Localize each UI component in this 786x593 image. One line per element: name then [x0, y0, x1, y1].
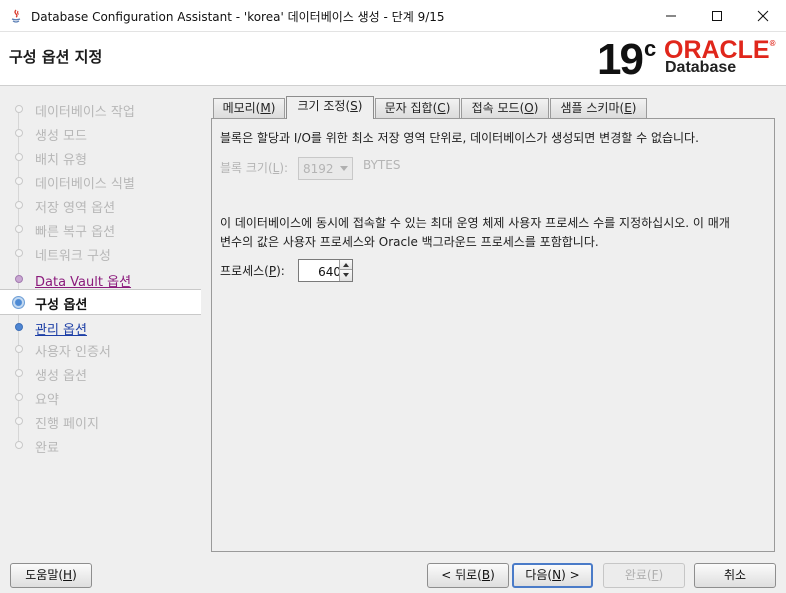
step-dot-icon: [15, 417, 23, 425]
close-icon: [757, 10, 769, 21]
block-size-unit: BYTES: [363, 158, 401, 172]
step-dot-icon: [15, 105, 23, 113]
block-size-select: 8192: [298, 157, 353, 180]
tab-character-set[interactable]: 문자 집합(C): [375, 98, 460, 118]
step-item: 네트워크 구성: [0, 241, 201, 265]
help-button[interactable]: 도움말(H): [10, 563, 92, 588]
step-label: 사용자 인증서: [35, 345, 111, 360]
step-label: 네트워크 구성: [35, 249, 111, 264]
next-button[interactable]: 다음(N) >: [512, 563, 593, 588]
page-title: 구성 옵션 지정: [9, 48, 103, 66]
step-item: 데이터베이스 작업: [0, 97, 201, 121]
spinner-down-button[interactable]: [339, 270, 352, 281]
chevron-down-icon: [340, 166, 348, 171]
step-dot-icon: [15, 129, 23, 137]
sizing-panel: 블록은 할당과 I/O를 위한 최소 저장 영역 단위로, 데이터베이스가 생성…: [211, 118, 775, 552]
step-dot-icon: [15, 275, 23, 283]
step-dot-icon: [15, 201, 23, 209]
processes-description-line1: 이 데이터베이스에 동시에 접속할 수 있는 최대 운영 체제 사용자 프로세스…: [220, 216, 730, 230]
step-label: 생성 옵션: [35, 369, 87, 384]
processes-label: 프로세스(P):: [220, 264, 285, 278]
registered-mark: ®: [769, 39, 776, 48]
step-item: 사용자 인증서: [0, 337, 201, 361]
step-dot-icon: [15, 177, 23, 185]
minimize-icon: [666, 15, 676, 16]
tab-connection-mode[interactable]: 접속 모드(O): [461, 98, 549, 118]
block-size-value: 8192: [303, 162, 334, 176]
step-item: 빠른 복구 옵션: [0, 217, 201, 241]
step-item: 저장 영역 옵션: [0, 193, 201, 217]
step-item: 진행 페이지: [0, 409, 201, 433]
arrow-down-icon: [343, 273, 349, 277]
step-label: 데이터베이스 작업: [35, 105, 135, 120]
step-label: 저장 영역 옵션: [35, 201, 116, 216]
window-title: Database Configuration Assistant - 'kore…: [31, 10, 445, 24]
maximize-icon: [712, 10, 722, 21]
version-suffix: c: [643, 36, 656, 61]
step-label: 배치 유형: [35, 153, 87, 168]
tab-memory[interactable]: 메모리(M): [213, 98, 285, 118]
processes-input[interactable]: [299, 260, 344, 283]
minimize-button[interactable]: [648, 0, 694, 31]
step-item-data-vault[interactable]: Data Vault 옵션: [0, 267, 201, 291]
step-dot-icon: [15, 225, 23, 233]
maximize-button[interactable]: [694, 0, 740, 31]
step-label: 데이터베이스 식별: [35, 177, 135, 192]
step-navigator: 데이터베이스 작업 생성 모드 배치 유형 데이터베이스 식별 저장 영역 옵션…: [0, 90, 201, 465]
close-button[interactable]: [740, 0, 786, 31]
step-dot-icon: [15, 393, 23, 401]
step-label[interactable]: 관리 옵션: [35, 319, 87, 338]
step-item: 완료: [0, 433, 201, 457]
step-item: 배치 유형: [0, 145, 201, 169]
step-label: 빠른 복구 옵션: [35, 225, 116, 240]
step-item: 생성 모드: [0, 121, 201, 145]
step-dot-icon: [15, 323, 23, 331]
step-dot-icon: [15, 153, 23, 161]
step-item: 요약: [0, 385, 201, 409]
step-dot-icon: [15, 441, 23, 449]
step-label: 생성 모드: [35, 129, 87, 144]
block-size-description: 블록은 할당과 I/O를 위한 최소 저장 영역 단위로, 데이터베이스가 생성…: [220, 131, 699, 145]
version-logo: 19c: [597, 35, 656, 90]
step-label: 요약: [35, 393, 59, 408]
step-item: 데이터베이스 식별: [0, 169, 201, 193]
cancel-button[interactable]: 취소: [694, 563, 776, 588]
version-number: 19: [597, 35, 644, 84]
back-button[interactable]: < 뒤로(B): [427, 563, 509, 588]
step-label: 구성 옵션: [35, 298, 88, 313]
step-dot-icon: [15, 369, 23, 377]
options-area: 메모리(M) 크기 조정(S) 문자 집합(C) 접속 모드(O) 샘플 스키마…: [211, 96, 775, 554]
step-item-management[interactable]: 관리 옵션: [0, 315, 201, 339]
tab-sizing[interactable]: 크기 조정(S): [286, 96, 374, 119]
spinner-up-button[interactable]: [339, 260, 352, 270]
wizard-header: 구성 옵션 지정 19c ORACLE® Database: [0, 32, 786, 86]
step-item-current: 구성 옵션: [0, 289, 201, 315]
step-label: 완료: [35, 441, 59, 456]
step-dot-icon: [15, 345, 23, 353]
block-size-label: 블록 크기(L):: [220, 161, 289, 175]
product-name: Database: [665, 59, 737, 76]
tab-sample-schemas[interactable]: 샘플 스키마(E): [550, 98, 647, 118]
processes-spinner[interactable]: [298, 259, 353, 283]
java-app-icon: [11, 9, 21, 23]
finish-button: 완료(F): [603, 563, 685, 588]
step-dot-icon: [15, 249, 23, 257]
step-item: 생성 옵션: [0, 361, 201, 385]
step-label[interactable]: Data Vault 옵션: [35, 271, 131, 290]
processes-description-line2: 변수의 값은 사용자 프로세스와 Oracle 백그라운드 프로세스를 포함합니…: [220, 235, 599, 249]
current-step-icon: [12, 296, 25, 309]
arrow-up-icon: [343, 263, 349, 267]
window-titlebar: Database Configuration Assistant - 'kore…: [0, 0, 786, 32]
step-label: 진행 페이지: [35, 417, 99, 432]
